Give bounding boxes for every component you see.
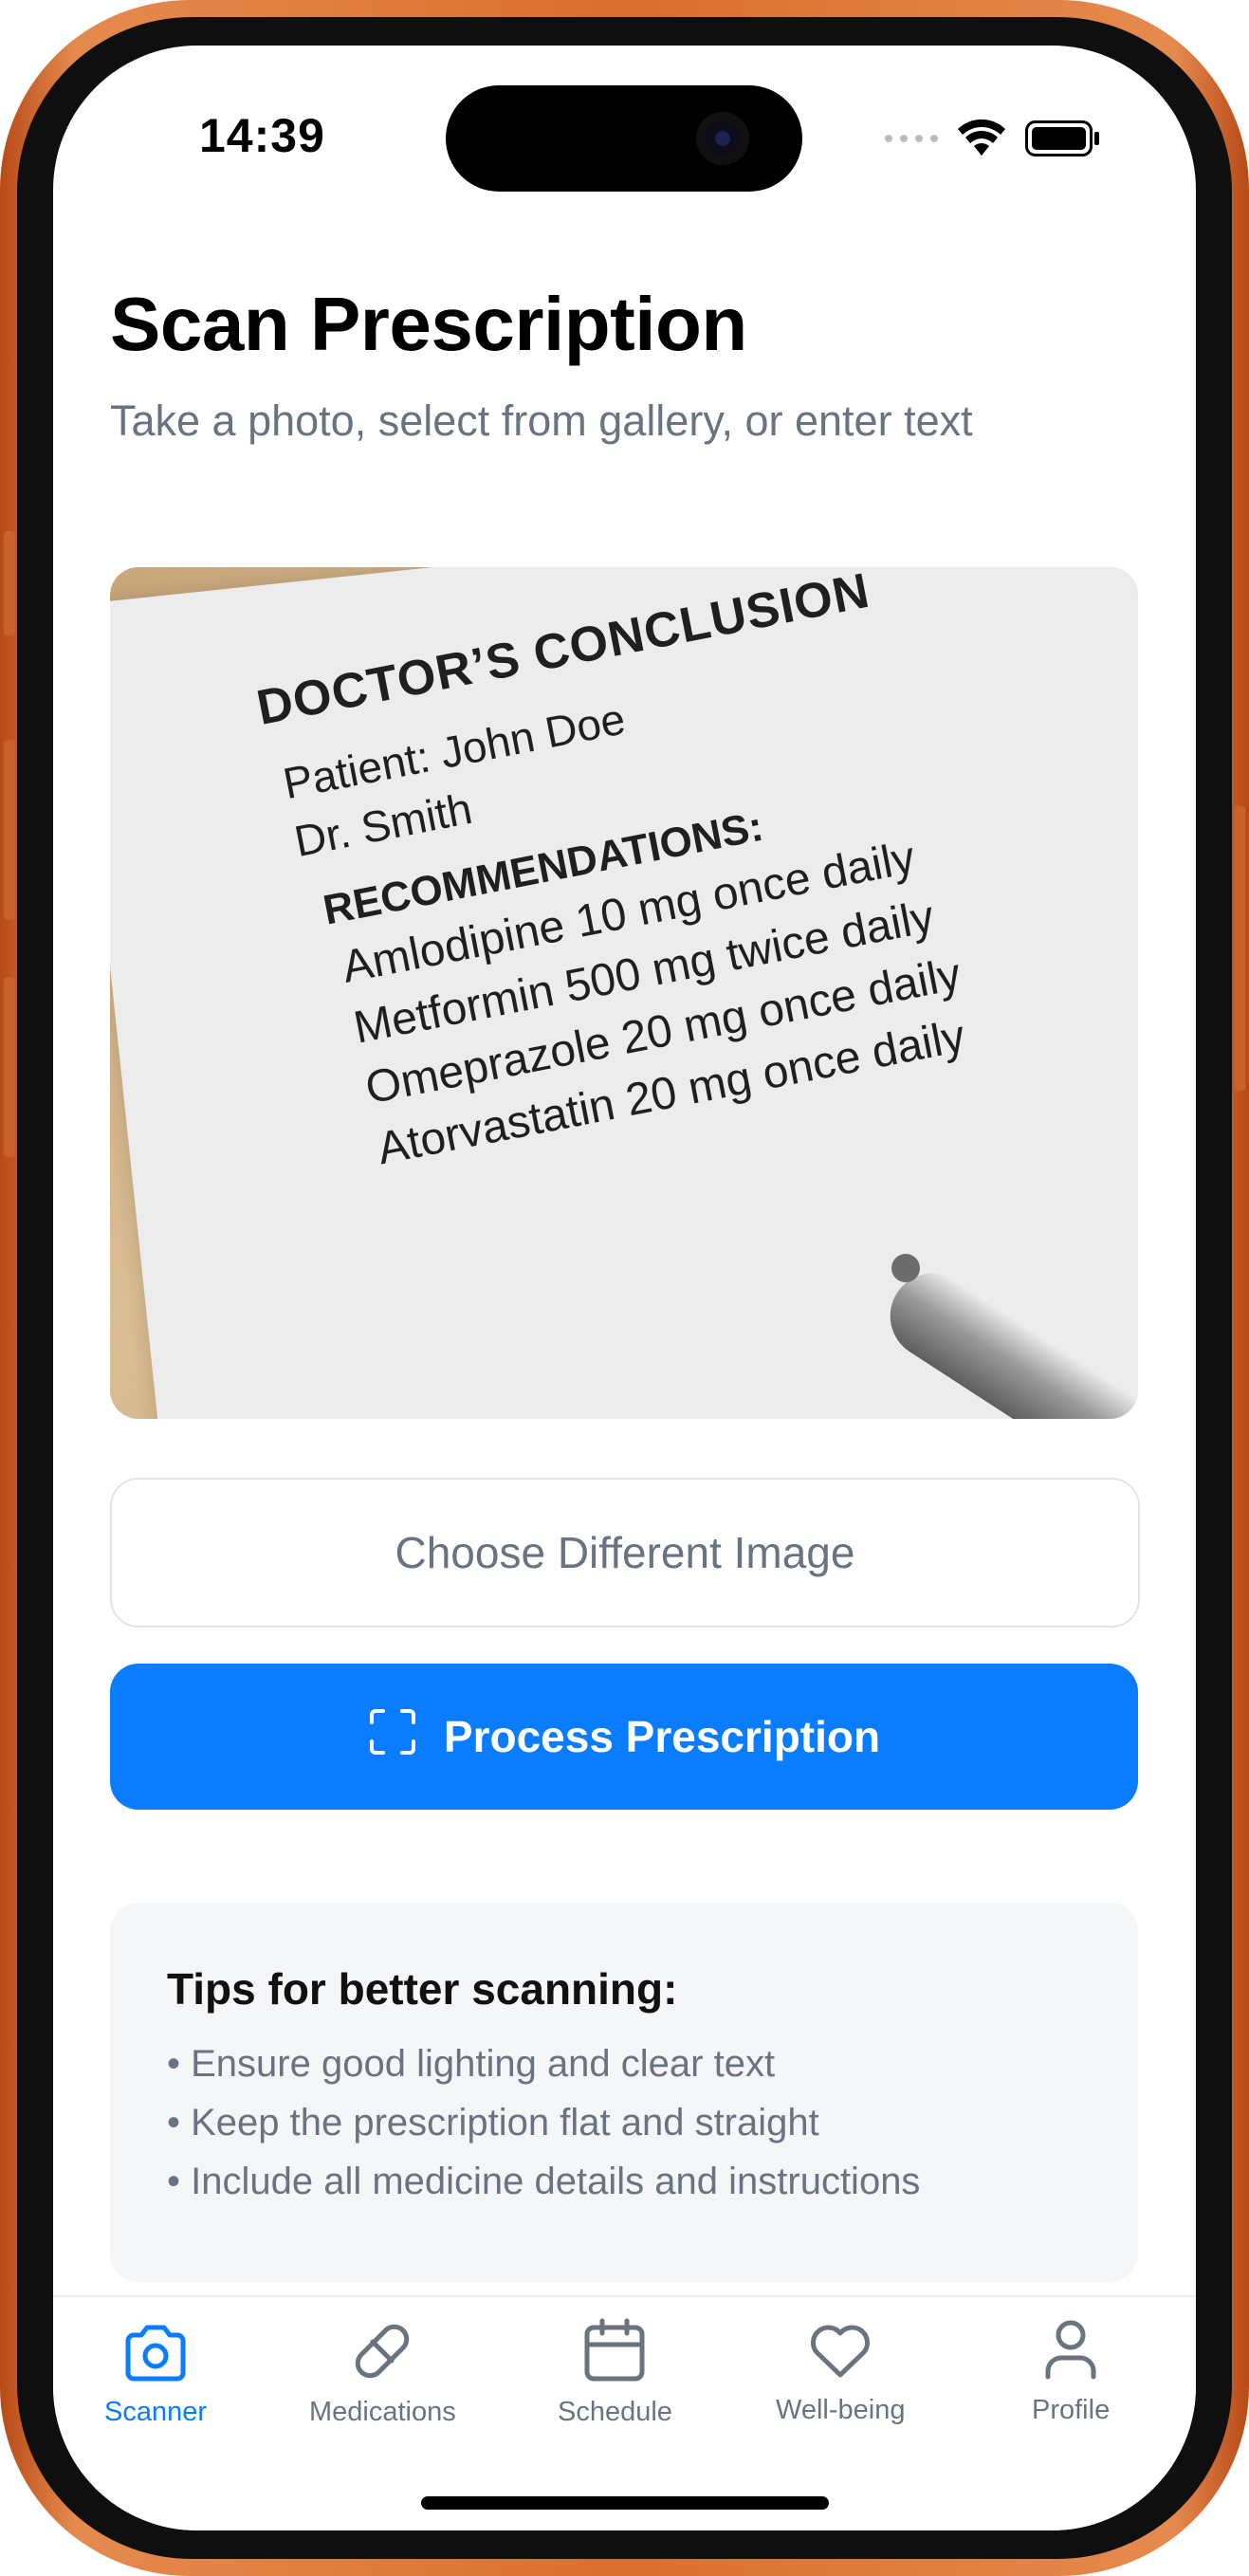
status-icons [885,120,1101,157]
scan-icon [368,1707,417,1767]
page-title: Scan Prescription [110,282,747,366]
tab-profile[interactable]: Profile [1032,2318,1110,2426]
side-button-power [1234,806,1245,1091]
process-prescription-label: Process Prescription [443,1712,881,1761]
wifi-icon [957,120,1006,157]
tips-title: Tips for better scanning: [167,1964,678,2014]
choose-different-image-button[interactable]: Choose Different Image [110,1478,1140,1628]
tips-card: Tips for better scanning: • Ensure good … [110,1903,1138,2282]
choose-different-image-label: Choose Different Image [395,1528,855,1577]
dynamic-island [446,85,802,192]
camera-icon [122,2324,189,2387]
user-icon [1042,2318,1099,2385]
pen-tip [891,1254,920,1282]
status-time: 14:39 [199,109,325,162]
front-camera-icon [696,112,749,165]
tip-item: • Include all medicine details and instr… [167,2161,921,2202]
tab-well-being[interactable]: Well-being [776,2322,905,2426]
tip-item: • Ensure good lighting and clear text [167,2043,776,2085]
tab-medications[interactable]: Medications [309,2320,456,2428]
side-button-volume-down [4,977,15,1157]
signal-icon [885,135,938,142]
tab-label: Schedule [558,2397,672,2427]
home-indicator[interactable] [421,2496,829,2510]
heart-icon [807,2322,873,2385]
battery-icon [1025,120,1101,156]
process-prescription-button[interactable]: Process Prescription [110,1664,1138,1810]
side-button-action [4,531,15,635]
tab-label: Well-being [776,2395,906,2425]
tab-scanner[interactable]: Scanner [104,2324,207,2428]
tip-item: • Keep the prescription flat and straigh… [167,2102,819,2144]
prescription-preview-image[interactable]: DOCTOR’S CONCLUSION Patient: John Doe Dr… [110,567,1138,1419]
pill-icon [349,2320,415,2387]
screen: 14:39 Scan Prescription Take a photo, se… [53,46,1196,2530]
tab-label: Profile [1032,2395,1111,2425]
tab-label: Scanner [104,2397,208,2427]
tab-schedule[interactable]: Schedule [558,2318,672,2428]
side-button-volume-up [4,740,15,920]
calendar-icon [583,2318,646,2387]
tab-label: Medications [309,2397,456,2427]
page-subtitle: Take a photo, select from gallery, or en… [110,396,973,445]
